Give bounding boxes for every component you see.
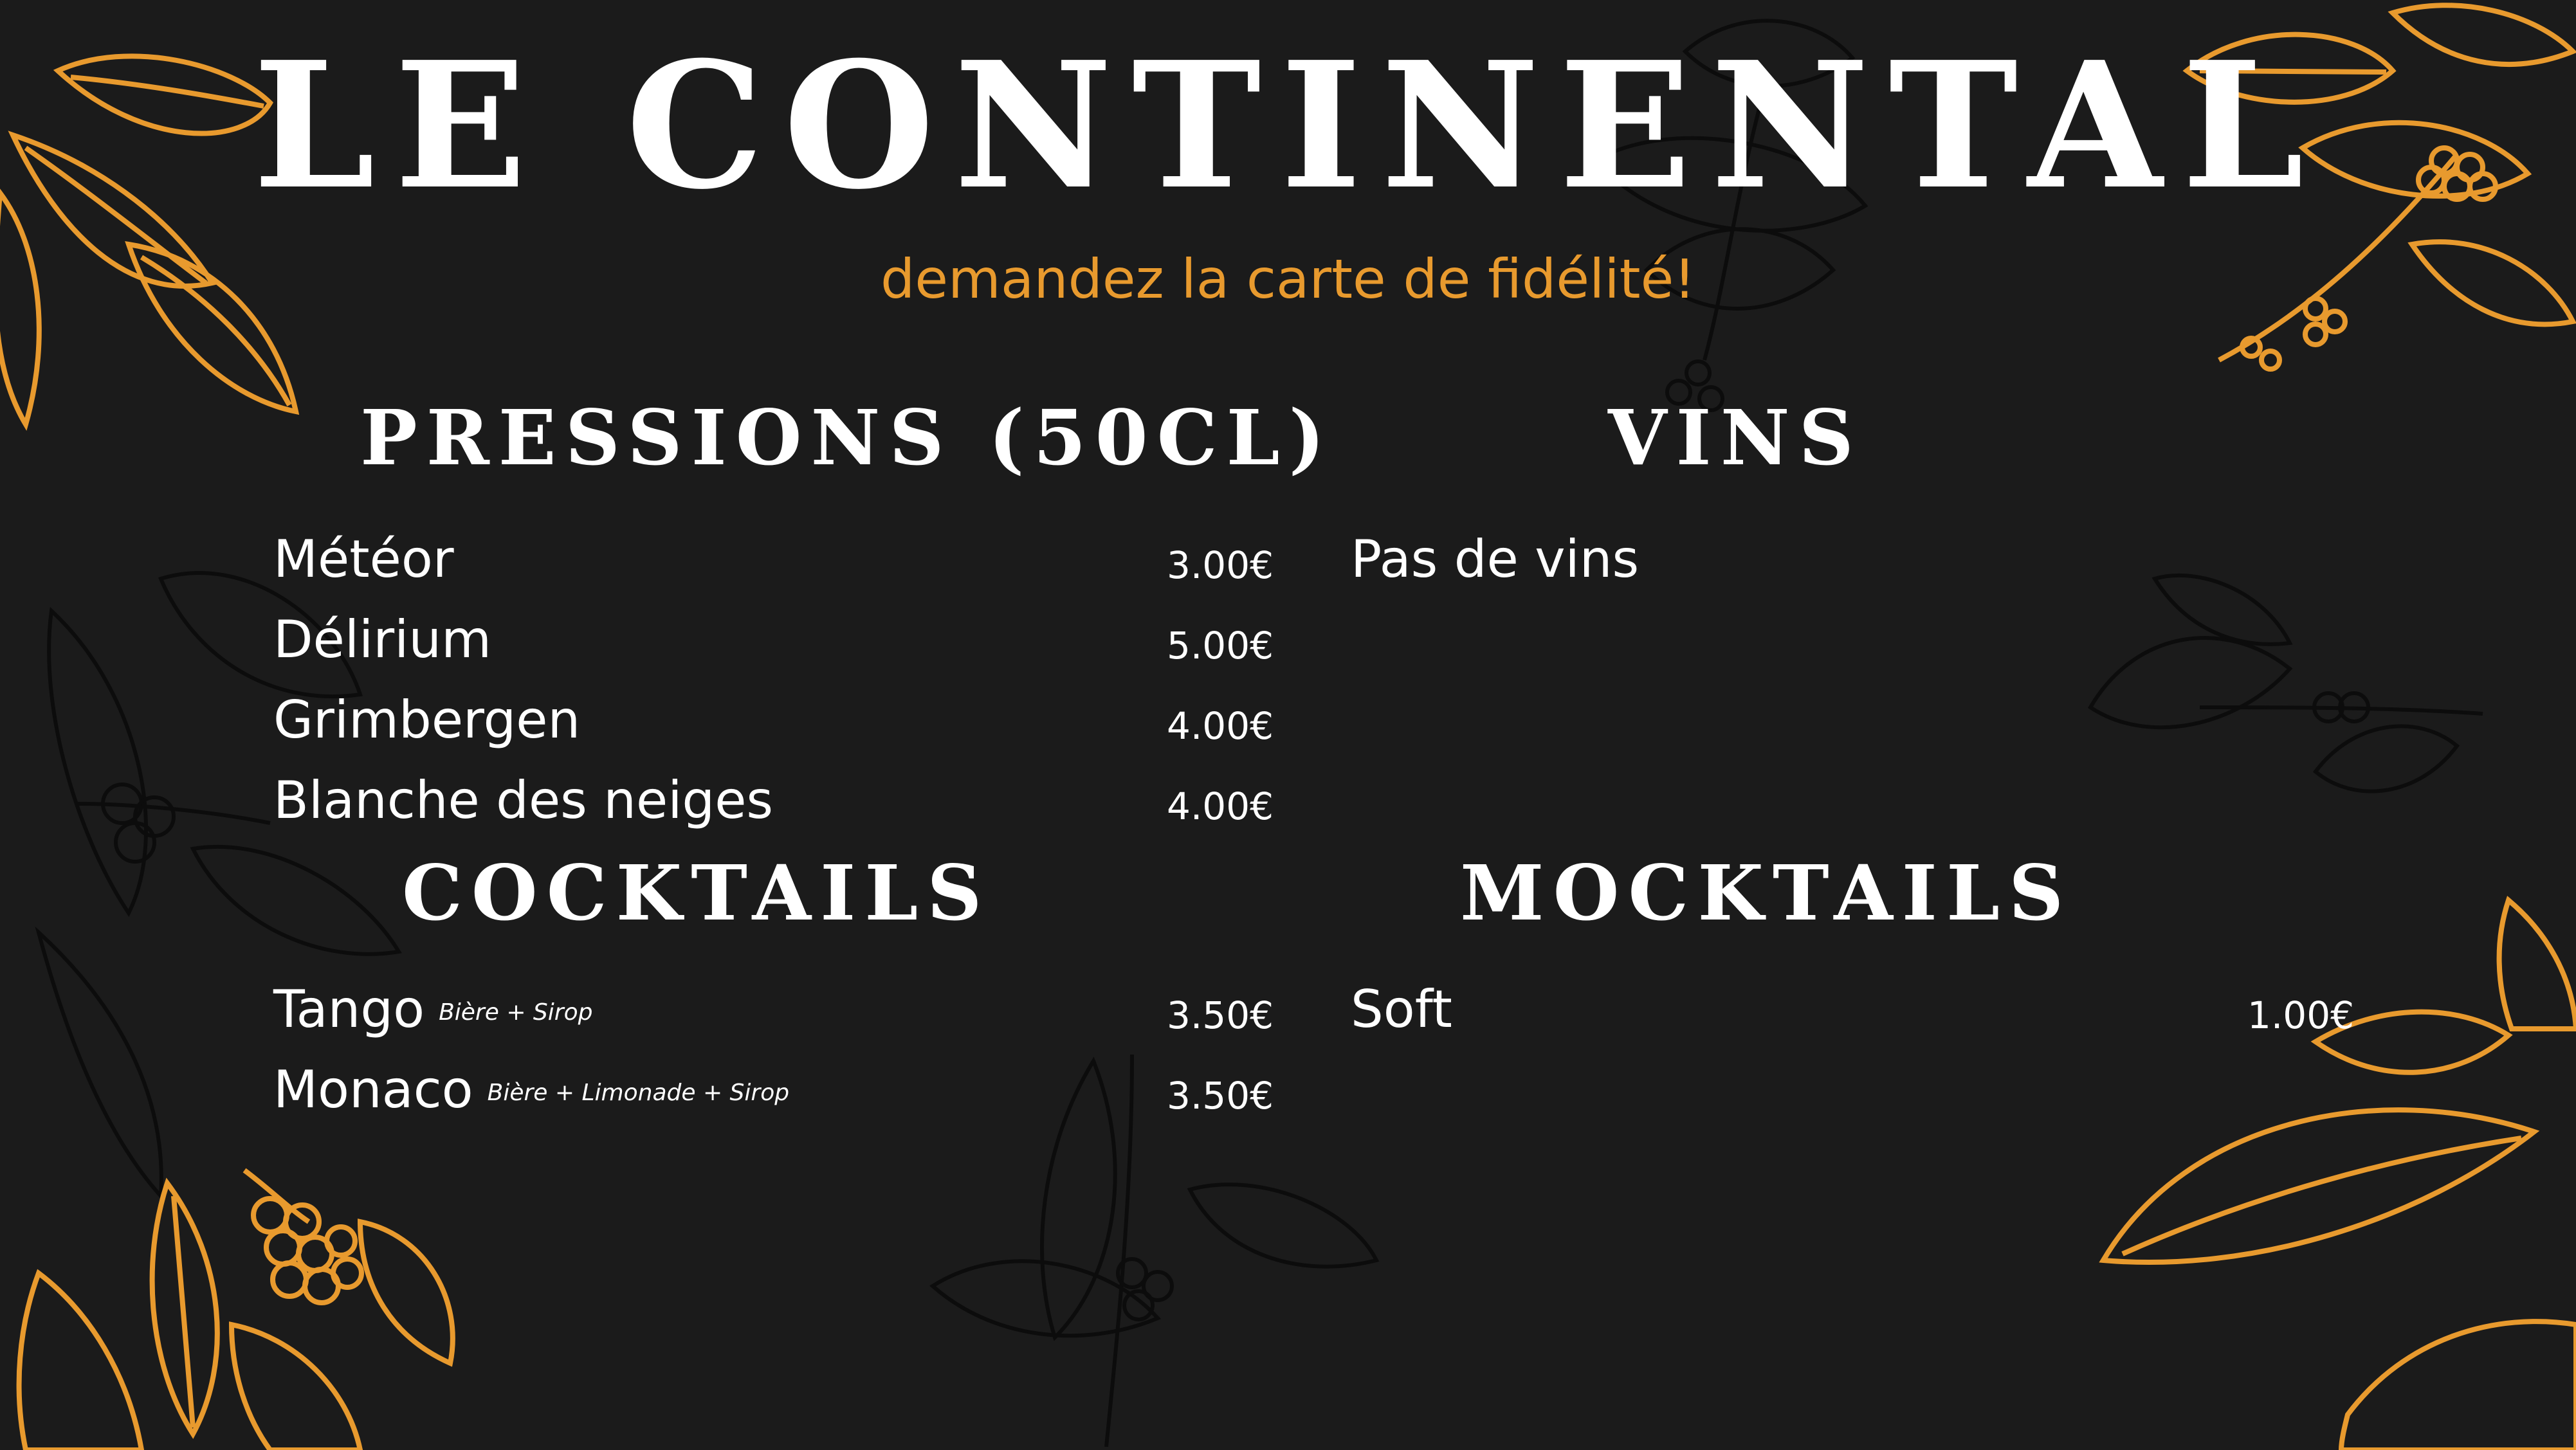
menu-item-name: Météor	[273, 529, 454, 589]
cocktail-name: Monaco	[273, 1060, 473, 1119]
menu-item-price: 3.50€	[1166, 1074, 1274, 1118]
loyalty-card-notice: demandez la carte de fidélité!	[881, 248, 1695, 311]
leaf-illustration	[2496, 896, 2576, 1031]
leaf-illustration	[2312, 724, 2460, 793]
menu-item-price: 3.00€	[1166, 543, 1274, 587]
leaf-illustration	[2099, 1107, 2540, 1265]
menu-item-name: Blanche des neiges	[273, 770, 774, 830]
section-title-cocktails: COCKTAILS	[402, 848, 991, 938]
leaf-illustration	[357, 1219, 455, 1367]
leaf-illustration	[1187, 1183, 1380, 1269]
menu-item-name: Grimbergen	[273, 690, 581, 750]
leaf-illustration	[35, 926, 163, 1201]
leaf-illustration	[929, 1259, 1162, 1338]
leaf-illustration	[190, 844, 402, 956]
leaf-illustration	[16, 1269, 145, 1450]
menu-item-price: 3.50€	[1166, 993, 1274, 1037]
section-title-vins: VINS	[1608, 393, 1863, 482]
menu-item-price: 5.00€	[1166, 624, 1274, 667]
leaf-illustration	[47, 606, 148, 917]
page-title: LE CONTINENTAL	[253, 23, 2323, 228]
section-title-pressions: PRESSIONS (50CL)	[360, 393, 1334, 482]
section-title-mocktails: MOCKTAILS	[1460, 848, 2073, 938]
menu-item-name: Soft	[1351, 979, 1452, 1039]
menu-item-name: Tango Bière + Sirop	[273, 984, 592, 1035]
menu-item-name: Pas de vins	[1351, 529, 1640, 589]
menu-item-price: 1.00€	[2247, 993, 2354, 1037]
cocktail-name: Tango	[273, 979, 425, 1039]
cocktail-description: Bière + Limonade + Sirop	[487, 1080, 790, 1107]
cocktail-description: Bière + Sirop	[439, 999, 593, 1026]
menu-item-name: Monaco Bière + Limonade + Sirop	[273, 1064, 789, 1116]
menu-item-name: Délirium	[273, 610, 492, 669]
menu-item-price: 4.00€	[1166, 704, 1274, 748]
leaf-illustration	[149, 1177, 220, 1439]
leaf-illustration	[228, 1321, 363, 1450]
menu-item-price: 4.00€	[1166, 784, 1274, 828]
leaf-illustration	[2087, 636, 2293, 730]
leaf-illustration	[2338, 1319, 2576, 1450]
leaf-illustration	[2151, 573, 2293, 646]
